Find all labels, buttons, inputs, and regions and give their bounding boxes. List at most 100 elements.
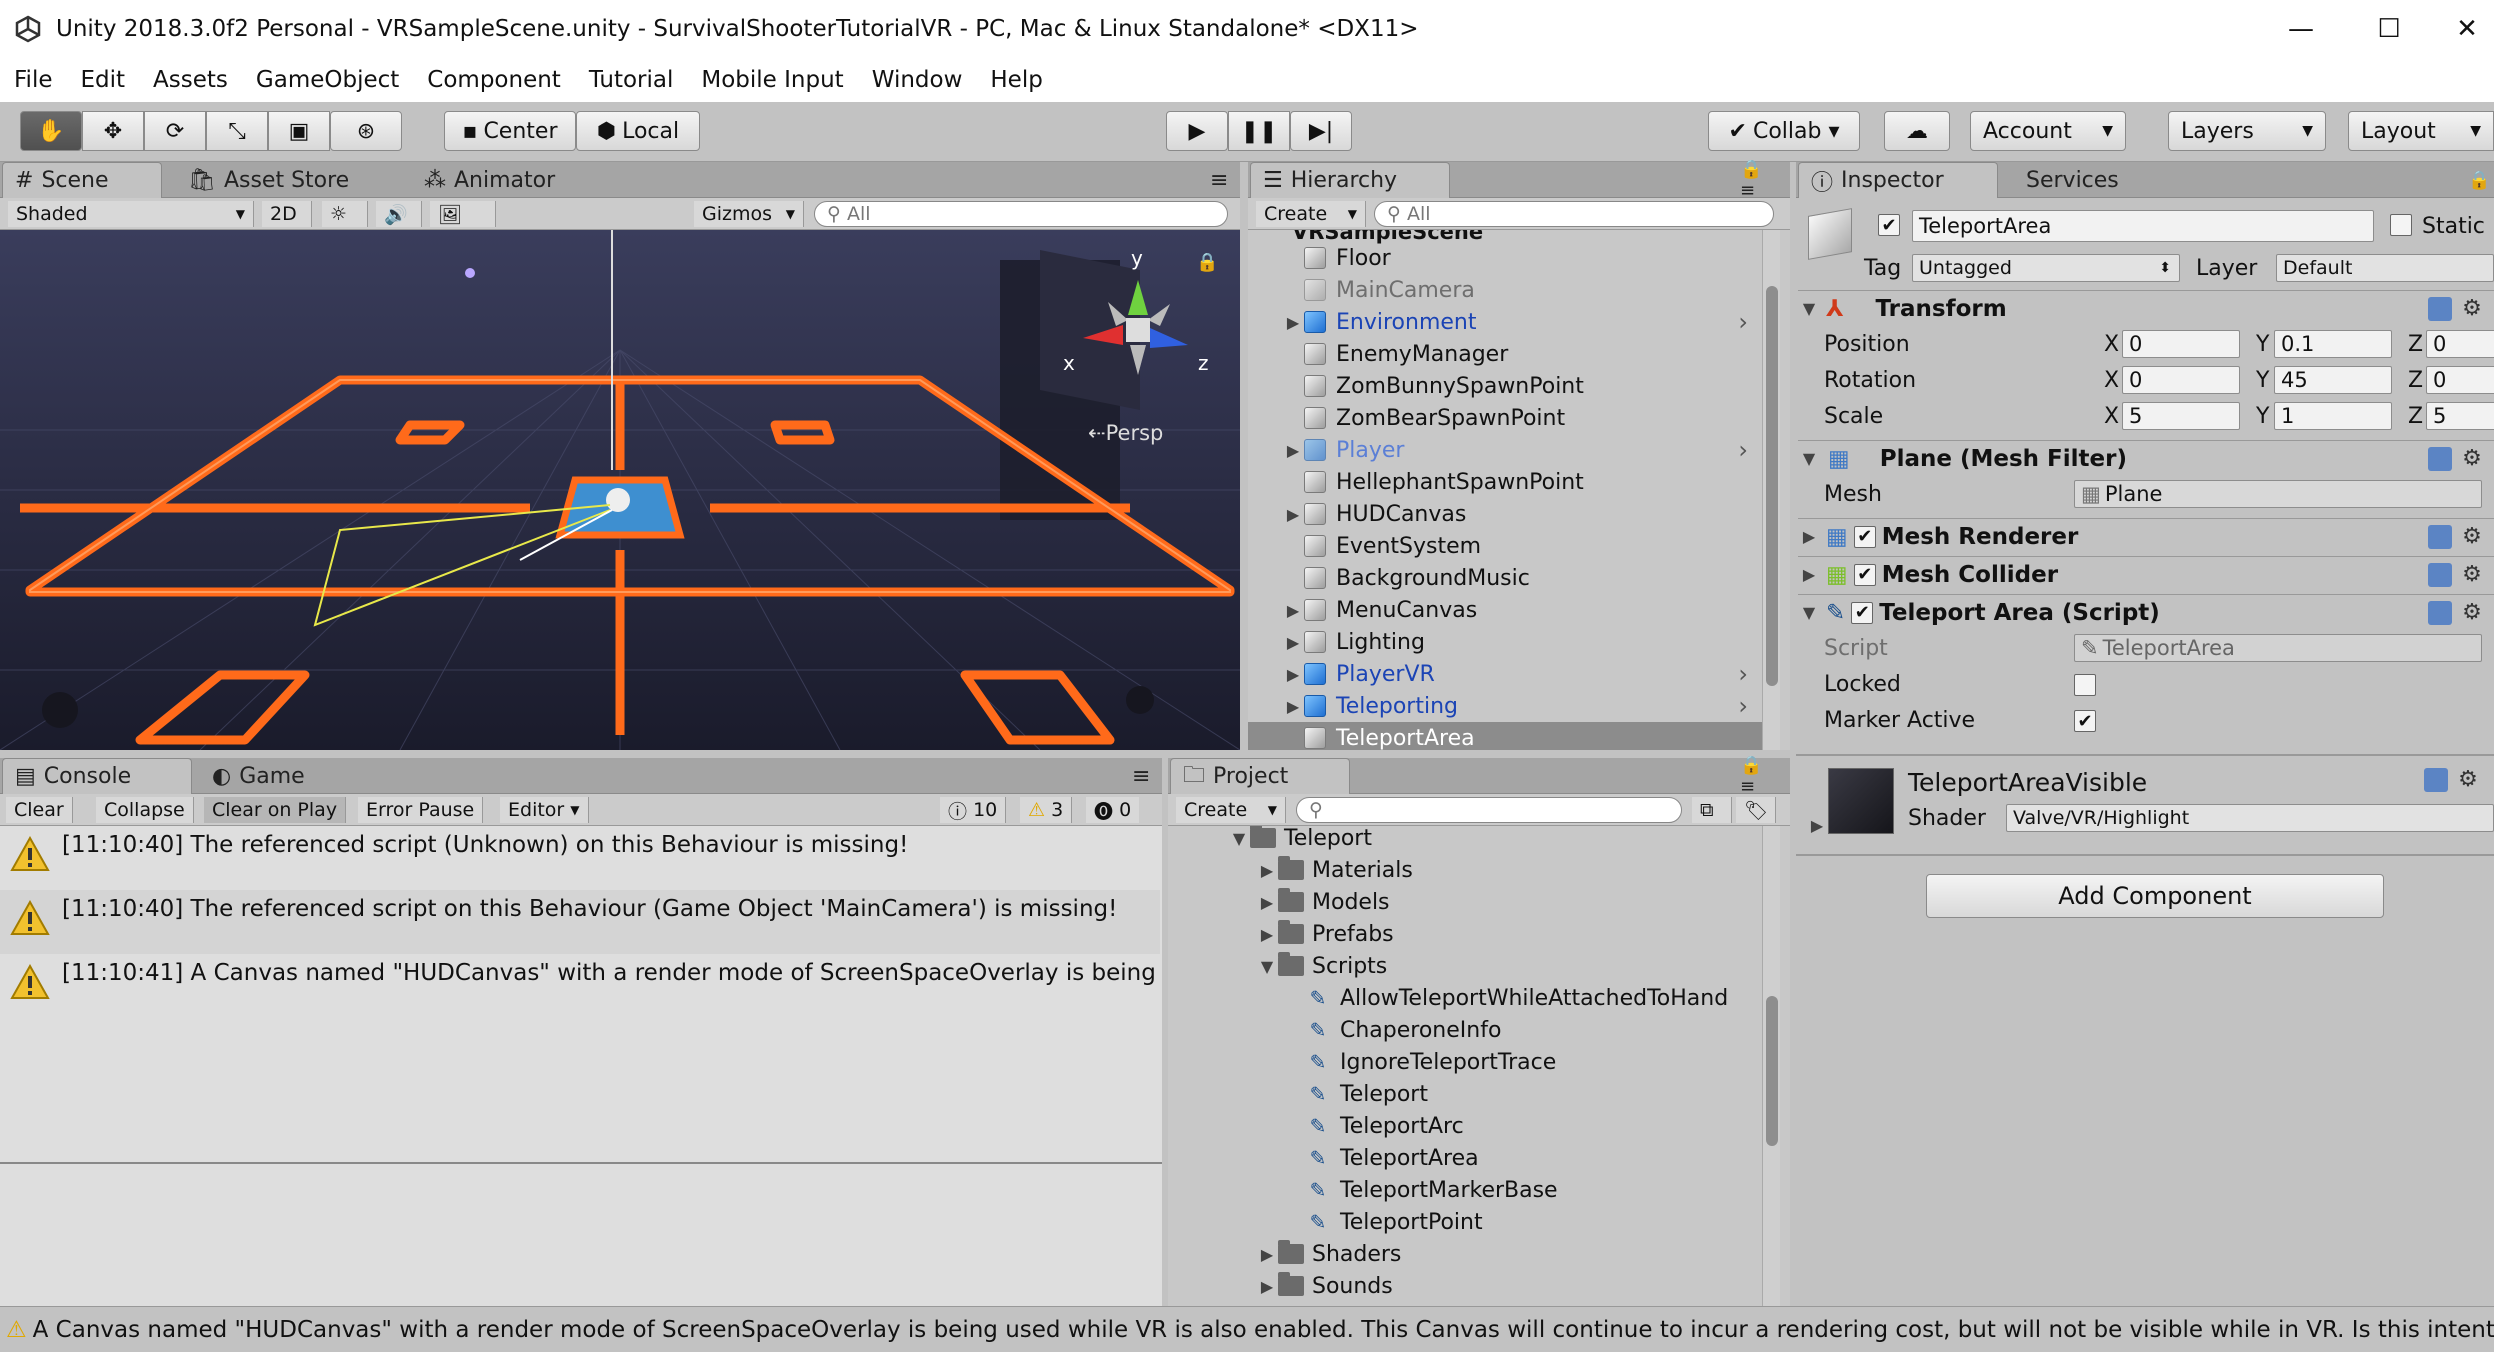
expand-arrow-icon[interactable]: ▶ <box>1282 697 1304 716</box>
lock-icon[interactable]: 🔒 <box>1196 252 1218 273</box>
hierarchy-item[interactable]: ▶ MenuCanvas <box>1248 594 1762 626</box>
tab-asset-store[interactable]: 🛍 Asset Store <box>176 162 361 198</box>
project-item[interactable]: ✎ TeleportPoint <box>1168 1206 1762 1238</box>
rotation-x-axis-label[interactable]: X <box>2104 364 2119 396</box>
chevron-right-icon[interactable]: › <box>1738 660 1748 688</box>
position-z-axis-label[interactable]: Z <box>2408 328 2423 360</box>
project-item[interactable]: ✎ IgnoreTeleportTrace <box>1168 1046 1762 1078</box>
hierarchy-item[interactable]: TeleportArea <box>1248 722 1762 750</box>
mesh-renderer-enabled-checkbox[interactable]: ✔ <box>1853 525 1876 548</box>
active-checkbox[interactable]: ✔ <box>1878 214 1900 236</box>
hierarchy-item[interactable]: ▶ Lighting <box>1248 626 1762 658</box>
project-item[interactable]: ✎ ChaperoneInfo <box>1168 1014 1762 1046</box>
play-button[interactable]: ▶ <box>1166 111 1228 151</box>
mesh-renderer-header[interactable]: ▶ ▦ ✔ Mesh Renderer ⚙ <box>1798 518 2494 554</box>
rotation-x-field[interactable]: 0 <box>2122 366 2240 394</box>
expand-arrow-icon[interactable]: ▶ <box>1806 816 1828 835</box>
tab-scene[interactable]: # Scene <box>2 162 162 198</box>
position-y-axis-label[interactable]: Y <box>2256 328 2269 360</box>
project-item[interactable]: ▼ Teleport <box>1168 826 1762 854</box>
gear-icon[interactable]: ⚙ <box>2460 563 2484 587</box>
project-item[interactable]: ▶ Models <box>1168 886 1762 918</box>
hierarchy-scrollbar[interactable] <box>1762 230 1780 750</box>
tab-game[interactable]: ◐ Game <box>200 758 317 794</box>
rotation-y-axis-label[interactable]: Y <box>2256 364 2269 396</box>
account-dropdown[interactable]: Account ▼ <box>1970 111 2126 151</box>
scale-z-field[interactable]: 5 <box>2426 402 2494 430</box>
help-icon[interactable] <box>2428 447 2452 471</box>
menu-gameobject[interactable]: GameObject <box>242 67 413 93</box>
layer-dropdown[interactable]: Default <box>2276 254 2494 282</box>
effects-dropdown[interactable]: 🖼 <box>430 201 496 227</box>
expand-arrow-icon[interactable]: ▼ <box>1228 829 1250 848</box>
expand-arrow-icon[interactable]: ▶ <box>1282 665 1304 684</box>
move-tool-button[interactable]: ✥ <box>82 111 144 151</box>
hierarchy-item[interactable]: ▶ HUDCanvas <box>1248 498 1762 530</box>
project-search-input[interactable]: ⚲ <box>1296 797 1682 823</box>
project-scrollbar[interactable] <box>1762 826 1780 1306</box>
menu-file[interactable]: File <box>0 67 67 93</box>
add-component-button[interactable]: Add Component <box>1926 874 2384 918</box>
tab-hierarchy[interactable]: ☰ Hierarchy <box>1250 162 1450 198</box>
collab-button[interactable]: ✔ Collab ▾ <box>1708 111 1860 151</box>
scale-tool-button[interactable]: ⤡ <box>206 111 268 151</box>
scene-search-input[interactable]: ⚲ All <box>814 201 1228 227</box>
panel-menu-icon[interactable]: ≡ <box>1120 758 1162 794</box>
hierarchy-item[interactable]: EventSystem <box>1248 530 1762 562</box>
gear-icon[interactable]: ⚙ <box>2460 447 2484 471</box>
project-item[interactable]: ✎ TeleportMarkerBase <box>1168 1174 1762 1206</box>
console-clear-button[interactable]: Clear <box>6 797 73 823</box>
project-item[interactable]: ▶ Shaders <box>1168 1238 1762 1270</box>
audio-toggle-button[interactable]: 🔊 <box>376 201 422 227</box>
expand-arrow-icon[interactable]: ▶ <box>1256 861 1278 880</box>
expand-arrow-icon[interactable]: ▶ <box>1256 925 1278 944</box>
position-z-field[interactable]: 0 <box>2426 330 2494 358</box>
transform-tool-button[interactable]: ⊛ <box>330 111 402 151</box>
warning-count-toggle[interactable]: ⚠ 3 <box>1020 797 1073 823</box>
hierarchy-item[interactable]: ▶ Teleporting › <box>1248 690 1762 722</box>
console-entry[interactable]: [11:10:40] The referenced script (Unknow… <box>0 826 1160 890</box>
filter-by-type-button[interactable]: ⧉ <box>1692 797 1732 823</box>
mesh-collider-header[interactable]: ▶ ▦ ✔ Mesh Collider ⚙ <box>1798 556 2494 592</box>
project-scroll-thumb[interactable] <box>1766 996 1778 1146</box>
maximize-button[interactable]: ☐ <box>2352 0 2426 58</box>
hierarchy-scroll-thumb[interactable] <box>1766 286 1778 686</box>
hierarchy-item[interactable]: MainCamera <box>1248 274 1762 306</box>
hierarchy-item[interactable]: BackgroundMusic <box>1248 562 1762 594</box>
position-x-axis-label[interactable]: X <box>2104 328 2119 360</box>
position-y-field[interactable]: 0.1 <box>2274 330 2392 358</box>
project-create-dropdown[interactable]: Create ▼ <box>1176 797 1286 823</box>
error-count-toggle[interactable]: ⓿ 0 <box>1086 797 1140 823</box>
menu-edit[interactable]: Edit <box>67 67 140 93</box>
tab-console[interactable]: ▤ Console <box>2 758 192 794</box>
tab-project[interactable]: 🗀 Project <box>1170 758 1350 794</box>
tab-services[interactable]: Services <box>2014 162 2131 198</box>
close-button[interactable]: ✕ <box>2430 0 2494 58</box>
shading-mode-dropdown[interactable]: Shaded ▼ <box>8 201 254 227</box>
hierarchy-item[interactable]: HellephantSpawnPoint <box>1248 466 1762 498</box>
position-x-field[interactable]: 0 <box>2122 330 2240 358</box>
mesh-collider-enabled-checkbox[interactable]: ✔ <box>1853 563 1876 586</box>
expand-arrow-icon[interactable]: ▶ <box>1282 505 1304 524</box>
project-item[interactable]: ✎ TeleportArea <box>1168 1142 1762 1174</box>
space-local-button[interactable]: ⬢ Local <box>576 111 700 151</box>
console-entry[interactable]: [11:10:41] A Canvas named "HUDCanvas" wi… <box>0 954 1160 1018</box>
project-item[interactable]: ▶ Prefabs <box>1168 918 1762 950</box>
filter-by-label-button[interactable]: 🏷 <box>1736 797 1776 823</box>
lighting-toggle-button[interactable]: ☼ <box>322 201 368 227</box>
hand-tool-button[interactable]: ✋ <box>20 111 82 151</box>
rotation-z-axis-label[interactable]: Z <box>2408 364 2423 396</box>
teleport-area-enabled-checkbox[interactable]: ✔ <box>1851 601 1874 624</box>
scale-z-axis-label[interactable]: Z <box>2408 400 2423 432</box>
menu-mobile-input[interactable]: Mobile Input <box>687 67 857 93</box>
scale-y-axis-label[interactable]: Y <box>2256 400 2269 432</box>
console-collapse-button[interactable]: Collapse <box>96 797 194 823</box>
expand-arrow-icon[interactable]: ▶ <box>1282 601 1304 620</box>
project-item[interactable]: ▶ Materials <box>1168 854 1762 886</box>
tab-inspector[interactable]: ⓘ Inspector <box>1798 162 1998 198</box>
gizmos-dropdown[interactable]: Gizmos ▼ <box>694 201 804 227</box>
script-field[interactable]: ✎ TeleportArea <box>2074 634 2482 662</box>
expand-arrow-icon[interactable]: ▶ <box>1256 1277 1278 1296</box>
rotation-y-field[interactable]: 45 <box>2274 366 2392 394</box>
menu-tutorial[interactable]: Tutorial <box>575 67 688 93</box>
